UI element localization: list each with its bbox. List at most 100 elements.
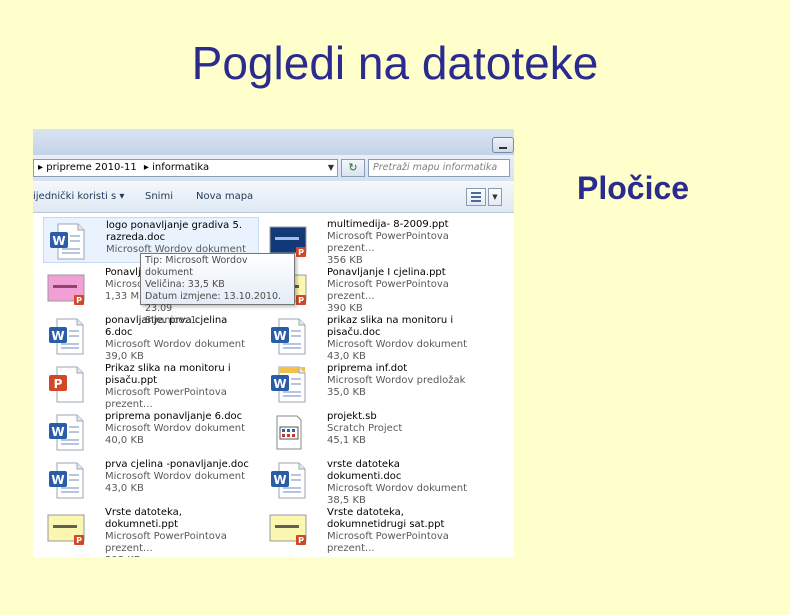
- chevron-down-icon[interactable]: ▼: [328, 160, 334, 176]
- file-tile[interactable]: Wvrste datoteka dokumenti.doc Microsoft W…: [265, 457, 481, 506]
- minimize-button[interactable]: [492, 137, 514, 153]
- svg-text:P: P: [76, 296, 82, 305]
- svg-text:W: W: [273, 329, 286, 343]
- tooltip-line: Tip: Microsoft Wordov dokument: [145, 255, 248, 278]
- breadcrumb-arrow-icon: ▸: [143, 162, 149, 173]
- file-size: 393 KB: [105, 555, 255, 557]
- file-info: multimedija- 8-2009.ppt Microsoft PowerPo…: [327, 219, 477, 267]
- svg-text:W: W: [273, 377, 286, 391]
- file-tile[interactable]: P Vrste datoteka, dokumnetidrugi sat.ppt M…: [265, 505, 481, 554]
- file-tile[interactable]: Wprva cjelina -ponavljanje.doc Microsoft …: [43, 457, 259, 503]
- word-doc-icon: W: [47, 413, 85, 451]
- file-tile[interactable]: P Prikaz slika na monitoru i pisaču.ppt Mi…: [43, 361, 259, 410]
- file-info: Ponavljanje I cjelina.ppt Microsoft Power…: [327, 267, 477, 315]
- explorer-window: ▸ pripreme 2010-11 ▸ informatika ▼ ↻ Pre…: [33, 129, 514, 557]
- file-type: Microsoft PowerPointova prezent...: [327, 231, 449, 254]
- file-type: Microsoft PowerPointova prezent...: [327, 279, 449, 302]
- svg-text:W: W: [52, 234, 65, 248]
- scratch-file-icon: [269, 413, 307, 451]
- share-with-button[interactable]: ijednički koristi s ▾: [33, 181, 124, 213]
- change-view-button[interactable]: [466, 188, 486, 206]
- breadcrumb-arrow-icon: ▸: [38, 162, 44, 173]
- new-folder-button[interactable]: Nova mapa: [196, 181, 253, 213]
- ppt-icon: P: [47, 365, 85, 403]
- file-info: logo ponavljanje gradiva 5. razreda.doc M…: [106, 220, 256, 256]
- word-template-icon: W: [269, 365, 307, 403]
- file-info: prikaz slika na monitoru i pisaču.doc Mic…: [327, 315, 477, 363]
- file-name: vrste datoteka dokumenti.doc: [327, 459, 402, 482]
- file-name: multimedija- 8-2009.ppt: [327, 219, 449, 230]
- file-info: priprema ponavljanje 6.doc Microsoft Word…: [105, 411, 255, 447]
- file-name: Prikaz slika na monitoru i pisaču.ppt: [105, 363, 231, 386]
- slide-title: Pogledi na datoteke: [191, 37, 599, 89]
- file-tile[interactable]: Pmultimedija- 8-2009.ppt Microsoft PowerP…: [265, 217, 481, 266]
- tooltip-line: Veličina: 33,5 KB: [145, 279, 225, 290]
- file-tile[interactable]: P Ponavljanje I cjelina.ppt Microsoft Powe…: [265, 265, 481, 314]
- file-tile[interactable]: Wpriprema inf.dot Microsoft Wordov predlo…: [265, 361, 481, 407]
- address-row: ▸ pripreme 2010-11 ▸ informatika ▼ ↻ Pre…: [33, 155, 514, 181]
- file-tile[interactable]: Wpriprema ponavljanje 6.doc Microsoft Wor…: [43, 409, 259, 455]
- file-name: prikaz slika na monitoru i pisaču.doc: [327, 315, 454, 338]
- file-type: Microsoft Wordov dokument: [327, 339, 468, 350]
- file-type: Microsoft Wordov dokument: [105, 423, 246, 434]
- file-tile[interactable]: Wprikaz slika na monitoru i pisaču.doc Mi…: [265, 313, 481, 362]
- file-info: Vrste datoteka, dokumnetidrugi sat.ppt Mi…: [327, 507, 477, 555]
- file-tooltip: Tip: Microsoft Wordov dokument Veličina:…: [140, 253, 295, 326]
- file-type: Microsoft Wordov dokument: [105, 339, 246, 350]
- window-titlebar: [33, 129, 514, 155]
- burn-button[interactable]: Snimi: [145, 181, 173, 213]
- ppt-thumb-yellow-icon: P: [47, 509, 85, 547]
- file-type: Microsoft Wordov predložak: [327, 375, 466, 386]
- search-placeholder: Pretraži mapu informatika: [373, 162, 498, 173]
- file-name: priprema inf.dot: [327, 363, 408, 374]
- file-type: Microsoft PowerPointova prezent...: [327, 531, 449, 554]
- file-size: 45,1 KB: [327, 435, 366, 446]
- file-info: vrste datoteka dokumenti.doc Microsoft Wo…: [327, 459, 477, 507]
- svg-text:W: W: [51, 329, 64, 343]
- tooltip-line: Stranice: 1: [145, 315, 197, 326]
- file-type: Microsoft PowerPointova prezent...: [105, 387, 227, 410]
- file-name: logo ponavljanje gradiva 5. razreda.doc: [106, 220, 243, 243]
- svg-text:P: P: [298, 296, 304, 305]
- file-type: Microsoft PowerPointova prezent...: [105, 531, 227, 554]
- view-mode-label: Pločice: [577, 170, 690, 206]
- file-name: prva cjelina -ponavljanje.doc: [105, 459, 249, 470]
- ppt-thumb-pink-icon: P: [47, 269, 85, 307]
- svg-text:W: W: [273, 473, 286, 487]
- word-doc-icon: W: [269, 461, 307, 499]
- file-info: priprema inf.dot Microsoft Wordov predlož…: [327, 363, 477, 399]
- file-type: Microsoft Wordov dokument: [327, 483, 468, 494]
- chevron-down-icon[interactable]: ▼: [488, 188, 502, 206]
- svg-text:P: P: [54, 377, 63, 391]
- ppt-thumb-yellow-icon: P: [269, 509, 307, 547]
- tooltip-line: Datum izmjene: 13.10.2010. 23.09: [145, 291, 282, 314]
- svg-text:W: W: [51, 425, 64, 439]
- file-info: Prikaz slika na monitoru i pisaču.ppt Mic…: [105, 363, 255, 411]
- breadcrumb-item[interactable]: pripreme 2010-11: [46, 162, 136, 173]
- svg-text:W: W: [51, 473, 64, 487]
- file-size: 40,0 KB: [105, 435, 144, 446]
- command-bar: ijednički koristi s ▾ Snimi Nova mapa ▼: [33, 181, 514, 213]
- address-bar[interactable]: ▸ pripreme 2010-11 ▸ informatika ▼: [33, 159, 338, 177]
- word-doc-icon: W: [47, 317, 85, 355]
- file-info: projekt.sb Scratch Project 45,1 KB: [327, 411, 477, 447]
- file-info: Vrste datoteka, dokumneti.ppt Microsoft P…: [105, 507, 255, 557]
- svg-text:P: P: [76, 536, 82, 545]
- file-name: projekt.sb: [327, 411, 377, 422]
- file-type: Scratch Project: [327, 423, 403, 434]
- search-input[interactable]: Pretraži mapu informatika: [368, 159, 510, 177]
- file-size: 43,0 KB: [105, 483, 144, 494]
- file-name: priprema ponavljanje 6.doc: [105, 411, 243, 422]
- file-tile[interactable]: projekt.sb Scratch Project 45,1 KB: [265, 409, 481, 455]
- file-info: prva cjelina -ponavljanje.doc Microsoft W…: [105, 459, 255, 495]
- file-name: Vrste datoteka, dokumnetidrugi sat.ppt: [327, 507, 445, 530]
- refresh-button[interactable]: ↻: [341, 159, 365, 177]
- file-tile[interactable]: P Vrste datoteka, dokumneti.ppt Microsoft …: [43, 505, 259, 557]
- file-name: Vrste datoteka, dokumneti.ppt: [105, 507, 182, 530]
- svg-text:P: P: [298, 536, 304, 545]
- file-name: Ponavljanje I cjelina.ppt: [327, 267, 446, 278]
- word-doc-icon: W: [48, 222, 86, 260]
- word-doc-icon: W: [47, 461, 85, 499]
- breadcrumb-item[interactable]: informatika: [152, 162, 209, 173]
- svg-text:P: P: [298, 248, 304, 257]
